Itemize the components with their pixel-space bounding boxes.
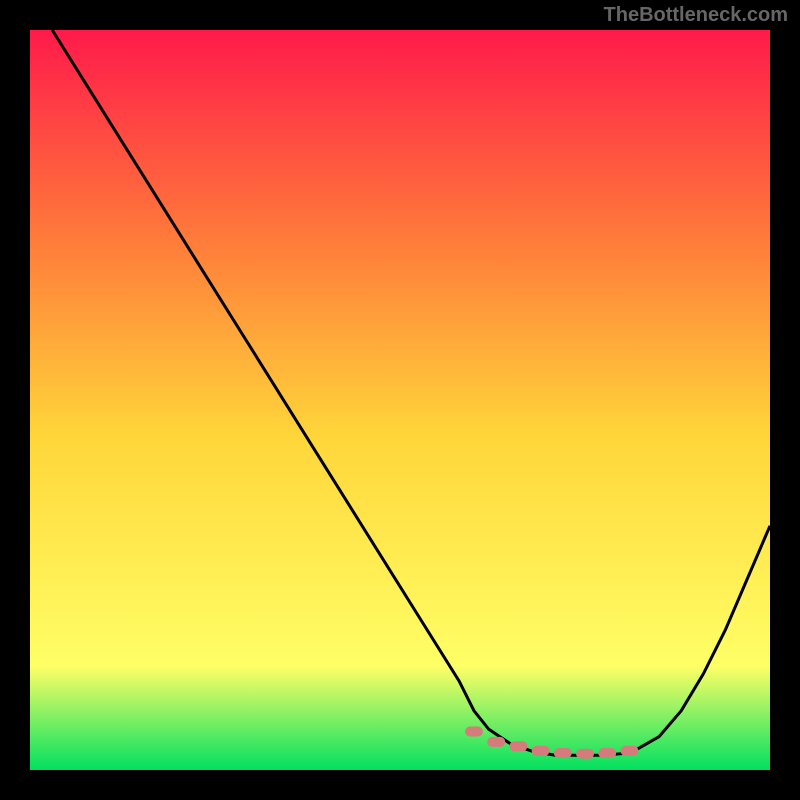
optimal-marker (465, 727, 483, 737)
plot-lines (30, 30, 770, 770)
optimal-marker (620, 746, 638, 756)
optimal-marker (554, 748, 572, 758)
optimal-marker (509, 741, 527, 751)
plot-area (30, 30, 770, 770)
attribution-label: TheBottleneck.com (604, 4, 788, 27)
optimal-marker (576, 749, 594, 759)
bottleneck-curve (52, 30, 770, 755)
optimal-marker (487, 737, 505, 747)
optimal-marker (598, 748, 616, 758)
optimal-marker (532, 746, 550, 756)
